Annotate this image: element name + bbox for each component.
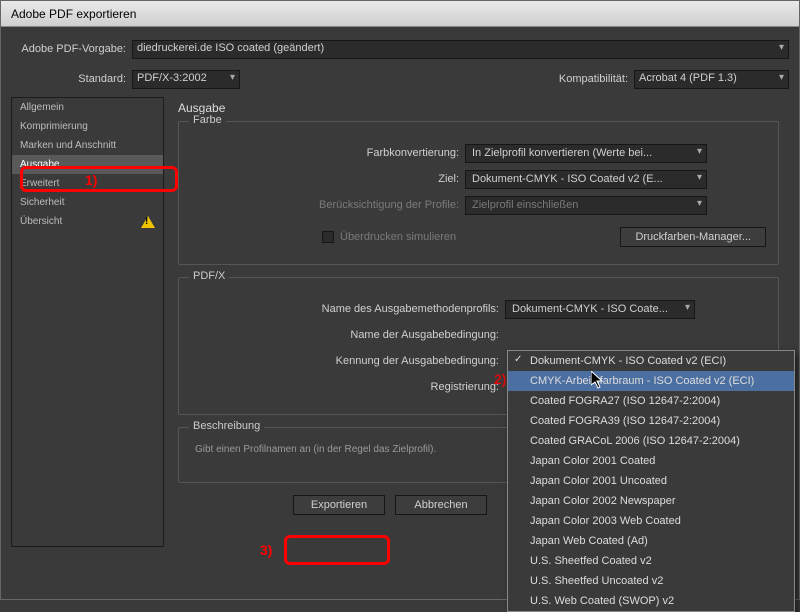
dropdown-option[interactable]: Japan Web Coated (Ad): [508, 531, 794, 551]
dropdown-option-label: Japan Web Coated (Ad): [530, 535, 648, 547]
panel-heading: Ausgabe: [178, 101, 779, 115]
cursor-icon: [591, 371, 605, 389]
cancel-button[interactable]: Abbrechen: [395, 495, 487, 515]
destination-label: Ziel:: [191, 173, 459, 185]
window-title: Adobe PDF exportieren: [11, 7, 136, 21]
warning-icon: [141, 216, 155, 228]
color-conversion-label: Farbkonvertierung:: [191, 147, 459, 159]
dropdown-option-label: U.S. Sheetfed Coated v2: [530, 555, 652, 567]
preset-label: Adobe PDF-Vorgabe:: [11, 43, 126, 55]
color-group: Farbe Farbkonvertierung: In Zielprofil k…: [178, 121, 779, 265]
compat-label: Kompatibilität:: [559, 73, 628, 85]
dropdown-option[interactable]: Japan Color 2001 Coated: [508, 451, 794, 471]
dropdown-option-label: Coated GRACoL 2006 (ISO 12647-2:2004): [530, 435, 740, 447]
dropdown-option[interactable]: Coated GRACoL 2006 (ISO 12647-2:2004): [508, 431, 794, 451]
sidebar-item-security[interactable]: Sicherheit: [12, 193, 163, 212]
annotation-number-1: 1): [85, 172, 97, 188]
profile-inclusion-label: Berücksichtigung der Profile:: [191, 199, 459, 211]
dropdown-option[interactable]: Japan Color 2002 Newspaper: [508, 491, 794, 511]
standard-row: Standard: PDF/X-3:2002 Kompatibilität: A…: [11, 67, 789, 91]
ink-manager-button[interactable]: Druckfarben-Manager...: [620, 227, 766, 247]
dropdown-option-label: Coated FOGRA27 (ISO 12647-2:2004): [530, 395, 720, 407]
dropdown-option[interactable]: U.S. Sheetfed Uncoated v2: [508, 571, 794, 591]
dropdown-option[interactable]: ✓ Dokument-CMYK - ISO Coated v2 (ECI): [508, 351, 794, 371]
simulate-overprint-label: Überdrucken simulieren: [340, 231, 456, 243]
dropdown-option[interactable]: Japan Color 2003 Web Coated: [508, 511, 794, 531]
sidebar-item-label: Übersicht: [20, 216, 62, 227]
dropdown-option-label: Japan Color 2001 Uncoated: [530, 475, 667, 487]
export-button[interactable]: Exportieren: [293, 495, 385, 515]
output-condition-name-label: Name der Ausgabebedingung:: [191, 329, 499, 341]
description-group-title: Beschreibung: [189, 420, 264, 432]
dropdown-option[interactable]: Japan Color 2001 Uncoated: [508, 471, 794, 491]
registry-label: Registrierung:: [191, 381, 499, 393]
titlebar: Adobe PDF exportieren: [1, 1, 799, 27]
output-profile-name-select[interactable]: Dokument-CMYK - ISO Coate...: [505, 300, 695, 319]
destination-select[interactable]: Dokument-CMYK - ISO Coated v2 (E...: [465, 170, 707, 189]
dropdown-option-label: Japan Color 2002 Newspaper: [530, 495, 676, 507]
annotation-number-2: 2): [494, 371, 506, 387]
color-group-title: Farbe: [189, 114, 226, 126]
category-sidebar: Allgemein Komprimierung Marken und Ansch…: [11, 97, 164, 547]
dropdown-option-label: U.S. Sheetfed Uncoated v2: [530, 575, 663, 587]
dropdown-option-label: Japan Color 2001 Coated: [530, 455, 655, 467]
dropdown-option[interactable]: U.S. Web Coated (SWOP) v2: [508, 591, 794, 611]
check-icon: ✓: [514, 354, 522, 365]
preset-row: Adobe PDF-Vorgabe: diedruckerei.de ISO c…: [11, 37, 789, 61]
dropdown-option-label: U.S. Web Coated (SWOP) v2: [530, 595, 674, 607]
output-profile-name-label: Name des Ausgabemethodenprofils:: [191, 303, 499, 315]
sidebar-item-marks[interactable]: Marken und Anschnitt: [12, 136, 163, 155]
dropdown-option[interactable]: U.S. Sheetfed Coated v2: [508, 551, 794, 571]
profile-inclusion-select: Zielprofil einschließen: [465, 196, 707, 215]
dropdown-option-label: Japan Color 2003 Web Coated: [530, 515, 681, 527]
standard-select[interactable]: PDF/X-3:2002: [132, 70, 240, 89]
annotation-number-3: 3): [260, 542, 272, 558]
output-condition-id-label: Kennung der Ausgabebedingung:: [191, 355, 499, 367]
standard-label: Standard:: [11, 73, 126, 85]
sidebar-item-general[interactable]: Allgemein: [12, 98, 163, 117]
compat-select[interactable]: Acrobat 4 (PDF 1.3): [634, 70, 789, 89]
pdfx-group-title: PDF/X: [189, 270, 229, 282]
output-profile-dropdown-menu[interactable]: ✓ Dokument-CMYK - ISO Coated v2 (ECI) CMYK…: [507, 350, 795, 612]
dropdown-option-label: Coated FOGRA39 (ISO 12647-2:2004): [530, 415, 720, 427]
dropdown-option[interactable]: Coated FOGRA27 (ISO 12647-2:2004): [508, 391, 794, 411]
preset-select[interactable]: diedruckerei.de ISO coated (geändert): [132, 40, 789, 59]
dropdown-option[interactable]: CMYK-Arbeitsfarbraum - ISO Coated v2 (EC…: [508, 371, 794, 391]
dropdown-option-label: Dokument-CMYK - ISO Coated v2 (ECI): [530, 355, 726, 367]
color-conversion-select[interactable]: In Zielprofil konvertieren (Werte bei...: [465, 144, 707, 163]
sidebar-item-summary[interactable]: Übersicht: [12, 212, 163, 231]
sidebar-item-compression[interactable]: Komprimierung: [12, 117, 163, 136]
dropdown-option-label: CMYK-Arbeitsfarbraum - ISO Coated v2 (EC…: [530, 375, 754, 387]
simulate-overprint-checkbox: [322, 231, 334, 243]
dropdown-option[interactable]: Coated FOGRA39 (ISO 12647-2:2004): [508, 411, 794, 431]
